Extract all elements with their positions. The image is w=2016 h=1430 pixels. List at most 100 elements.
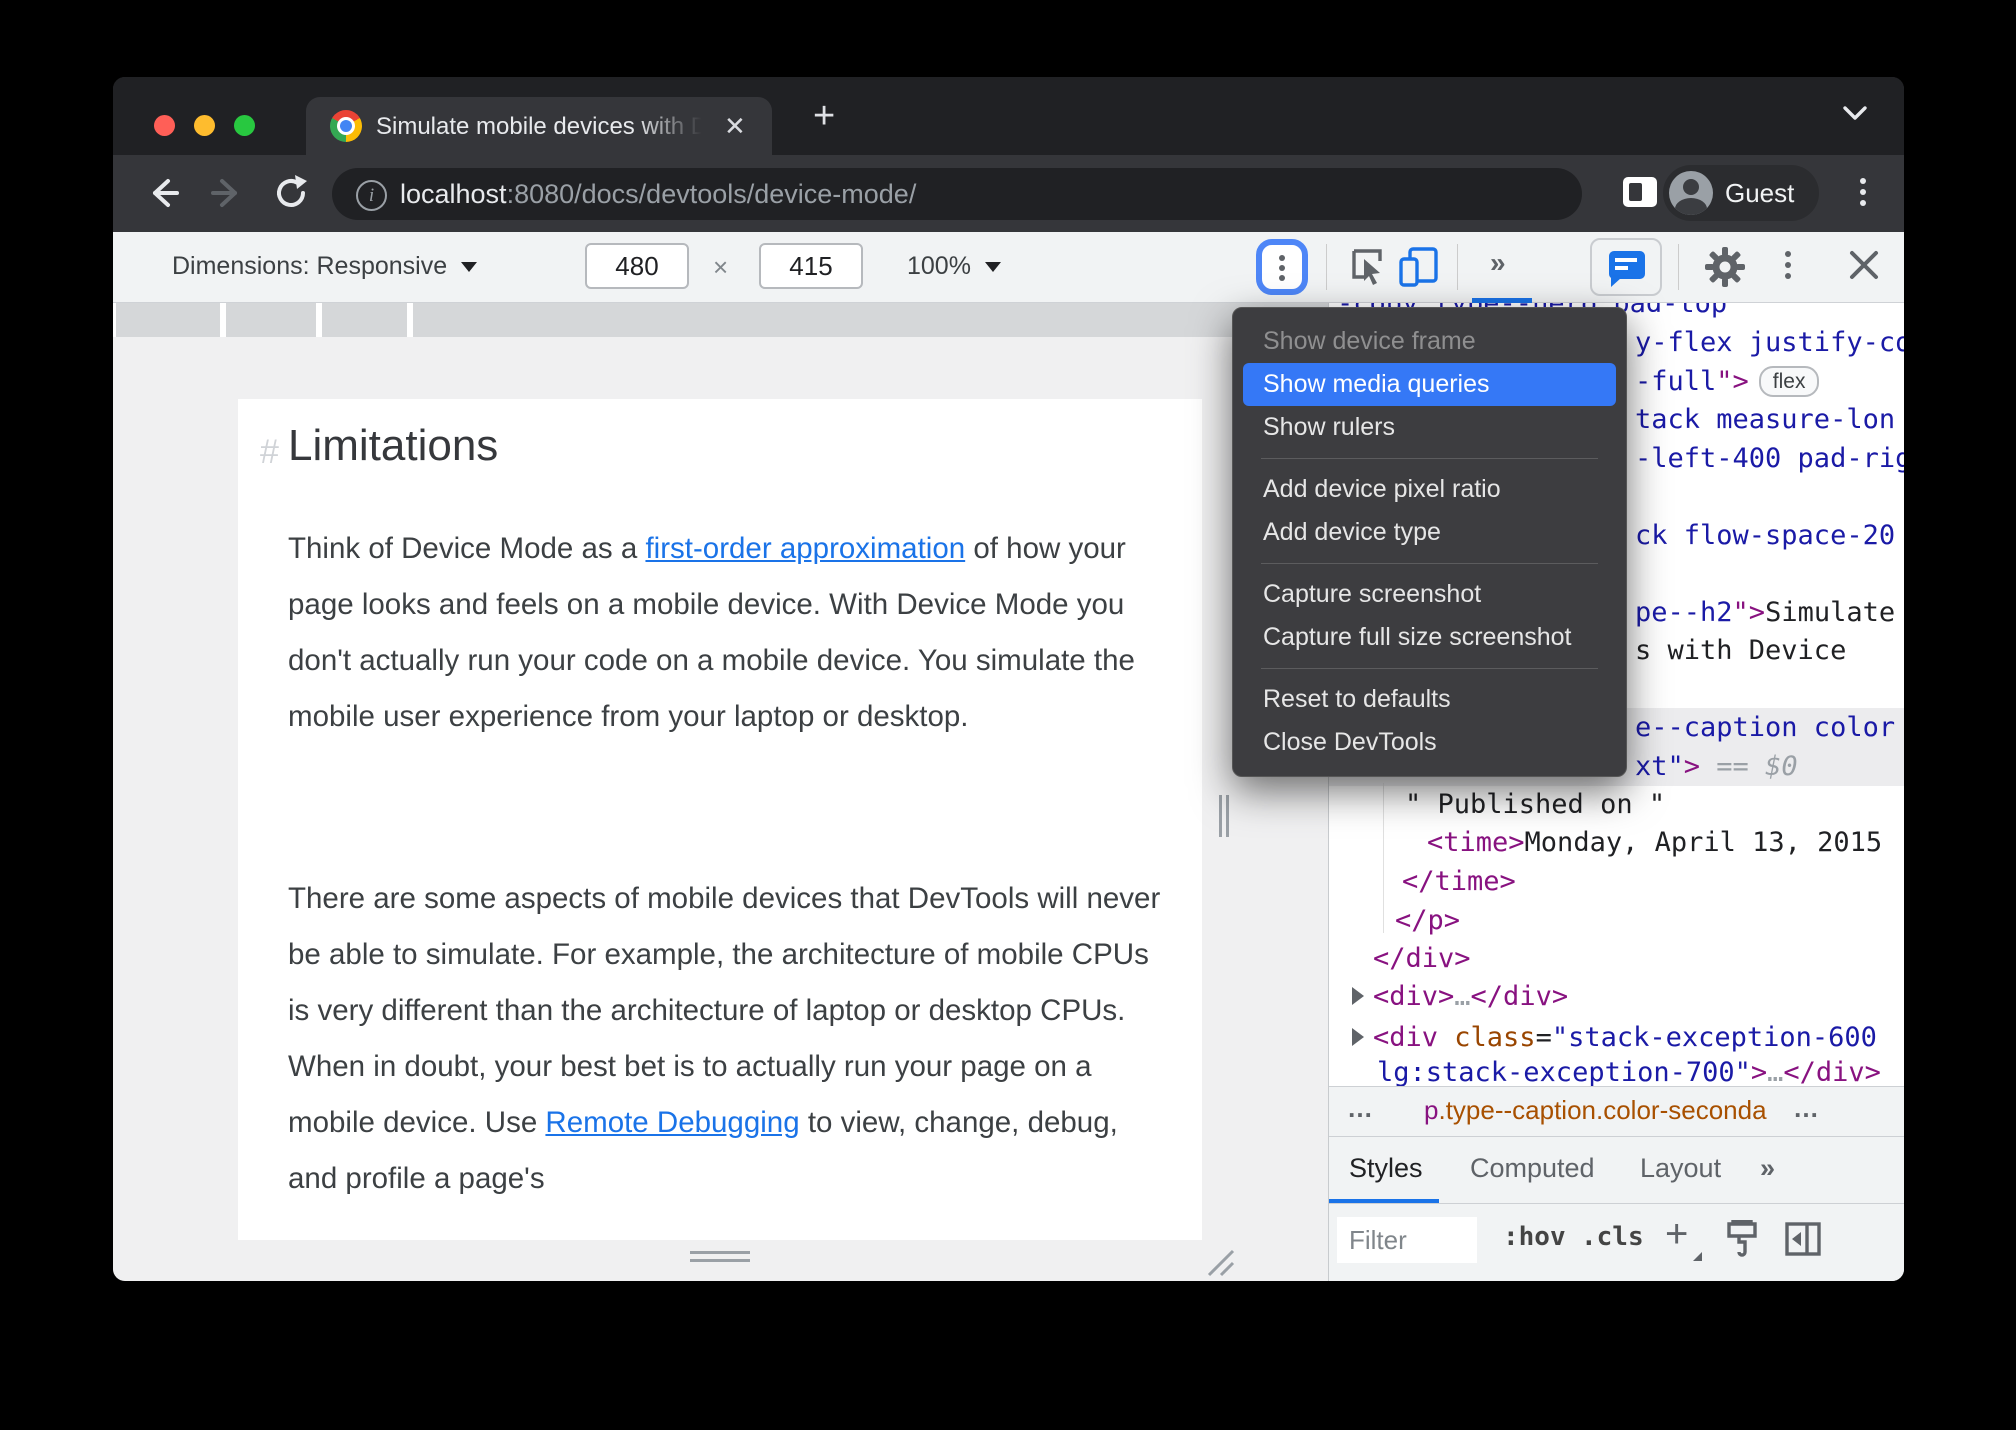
menu-item-show-media-queries[interactable]: Show media queries (1243, 363, 1616, 406)
code-segment: s with Device (1635, 635, 1847, 666)
menu-item-show-rulers[interactable]: Show rulers (1233, 406, 1626, 449)
menu-item-reset-to-defaults[interactable]: Reset to defaults (1233, 678, 1626, 721)
code-segment: " Published on " (1405, 789, 1666, 820)
profile-chip[interactable]: Guest (1663, 165, 1819, 221)
expand-arrow-icon[interactable] (1352, 987, 1364, 1005)
code-segment: $0 (1765, 751, 1798, 782)
styles-filter-row: :hov .cls + (1329, 1203, 1904, 1281)
code-segment: "> (1732, 597, 1766, 628)
chrome-logo-icon (330, 110, 362, 142)
viewport-height-resize-handle[interactable] (690, 1251, 750, 1265)
tab-styles[interactable]: Styles (1349, 1153, 1423, 1184)
code-segment: pe--h2 (1635, 597, 1733, 628)
code-segment: <div (1373, 1022, 1455, 1053)
dom-tree-line[interactable]: </div> (1329, 939, 1904, 978)
side-panel-icon[interactable] (1623, 177, 1657, 207)
tab-layout[interactable]: Layout (1640, 1153, 1721, 1184)
code-segment: == (1700, 751, 1766, 782)
tab-close-icon[interactable]: ✕ (724, 111, 746, 141)
reload-button[interactable] (271, 173, 311, 213)
code-segment: ck flow-space-20 (1635, 520, 1896, 551)
expand-arrow-icon[interactable] (1352, 1028, 1364, 1046)
feedback-icon-tail (1611, 278, 1621, 287)
dom-tree-line[interactable]: <div>…</div> (1329, 977, 1904, 1016)
element-classes-button[interactable]: .cls (1581, 1222, 1644, 1252)
close-devtools-icon[interactable] (1848, 249, 1880, 281)
minimize-window-button[interactable] (194, 115, 215, 136)
code-segment: y-flex justify-co (1635, 327, 1904, 358)
dom-tree-line[interactable]: <div class="stack-exception-600 (1329, 1018, 1904, 1057)
site-info-icon[interactable]: i (356, 180, 387, 211)
forward-button[interactable] (207, 173, 247, 213)
toggle-sidebar-icon[interactable] (1785, 1222, 1821, 1256)
new-style-rule-caret (1693, 1252, 1702, 1261)
media-query-segment[interactable] (226, 303, 316, 337)
device-toolbar-icon[interactable] (1398, 247, 1440, 287)
flex-badge[interactable]: flex (1758, 366, 1820, 397)
inspect-element-icon[interactable] (1348, 247, 1386, 285)
heading-anchor[interactable]: # (260, 433, 279, 472)
paragraph-text: Think of Device Mode as a (288, 532, 646, 565)
new-style-rule-button[interactable]: + (1665, 1212, 1688, 1257)
code-segment: Simulate (1765, 597, 1896, 628)
menu-item-capture-full-size-screenshot[interactable]: Capture full size screenshot (1233, 616, 1626, 659)
width-input[interactable] (585, 243, 689, 289)
dom-tree-line[interactable]: </p> (1329, 901, 1904, 940)
code-segment: … (1454, 981, 1471, 1012)
code-segment: Monday, April 13, 2015 (1524, 827, 1883, 858)
dom-tree-line[interactable]: <time>Monday, April 13, 2015 (1329, 823, 1904, 862)
tab-computed[interactable]: Computed (1470, 1153, 1595, 1184)
media-query-bar (113, 303, 1328, 337)
browser-menu-icon[interactable] (1853, 173, 1873, 213)
dom-tree-line[interactable]: lg:stack-exception-700">…</div> (1329, 1053, 1904, 1086)
page-title: Limitations (288, 421, 499, 470)
code-segment: </time> (1402, 866, 1516, 897)
zoom-select[interactable]: 100% (907, 252, 1001, 281)
breadcrumb-overflow-left[interactable]: … (1347, 1093, 1375, 1124)
menu-item-capture-screenshot[interactable]: Capture screenshot (1233, 573, 1626, 616)
first-order-approximation-link[interactable]: first-order approximation (645, 532, 965, 565)
new-tab-button[interactable]: + (813, 97, 835, 135)
viewport-corner-resize-handle[interactable] (1199, 1241, 1235, 1277)
url-text[interactable]: localhost:8080/docs/devtools/device-mode… (400, 179, 916, 210)
media-query-segment[interactable] (413, 303, 1328, 337)
dom-tree-line[interactable]: " Published on " (1329, 785, 1904, 824)
settings-gear-icon[interactable] (1705, 247, 1745, 287)
close-window-button[interactable] (154, 115, 175, 136)
toggle-element-state-button[interactable]: :hov (1503, 1222, 1566, 1252)
toolbar-divider (1678, 244, 1679, 290)
dom-tree-line[interactable]: </time> (1329, 862, 1904, 901)
remote-debugging-link[interactable]: Remote Debugging (545, 1106, 799, 1139)
devtools-menu-icon[interactable] (1785, 246, 1791, 284)
code-segment: </p> (1395, 905, 1461, 936)
address-bar[interactable]: i localhost:8080/docs/devtools/device-mo… (332, 168, 1582, 220)
browser-tab[interactable]: Simulate mobile devices with D ✕ (306, 97, 772, 155)
media-query-segment[interactable] (116, 303, 220, 337)
height-input[interactable] (759, 243, 863, 289)
toolbar-divider (1326, 244, 1327, 290)
media-query-segment[interactable] (322, 303, 407, 337)
styles-filter-input[interactable] (1337, 1217, 1477, 1263)
viewport-width-resize-handle[interactable] (1219, 795, 1233, 837)
code-segment: … (1767, 1057, 1784, 1086)
more-tabs-icon[interactable]: » (1760, 1153, 1775, 1184)
paragraph-text: There are some aspects of mobile devices… (288, 882, 1161, 1139)
code-segment: "> (1716, 366, 1749, 397)
menu-item-add-device-type[interactable]: Add device type (1233, 511, 1626, 554)
breadcrumb-bar: … p.type--caption.color-seconda … (1329, 1086, 1904, 1136)
maximize-window-button[interactable] (234, 115, 255, 136)
tab-search-chevron-icon[interactable] (1841, 103, 1869, 123)
rendering-brush-icon[interactable] (1725, 1220, 1759, 1260)
breadcrumb[interactable]: p.type--caption.color-seconda (1424, 1095, 1767, 1126)
breadcrumb-overflow-right[interactable]: … (1793, 1093, 1821, 1124)
feedback-icon (1609, 251, 1645, 279)
more-panels-icon[interactable]: » (1490, 247, 1506, 279)
dimensions-select[interactable]: Dimensions: Responsive (172, 252, 478, 281)
menu-item-add-device-pixel-ratio[interactable]: Add device pixel ratio (1233, 468, 1626, 511)
menu-item-close-devtools[interactable]: Close DevTools (1233, 721, 1626, 764)
back-button[interactable] (143, 173, 183, 213)
code-segment: </div> (1470, 981, 1569, 1012)
device-more-options-button[interactable] (1256, 239, 1308, 295)
feedback-button[interactable] (1590, 238, 1662, 296)
code-segment: -left-400 pad-rig (1635, 443, 1904, 474)
